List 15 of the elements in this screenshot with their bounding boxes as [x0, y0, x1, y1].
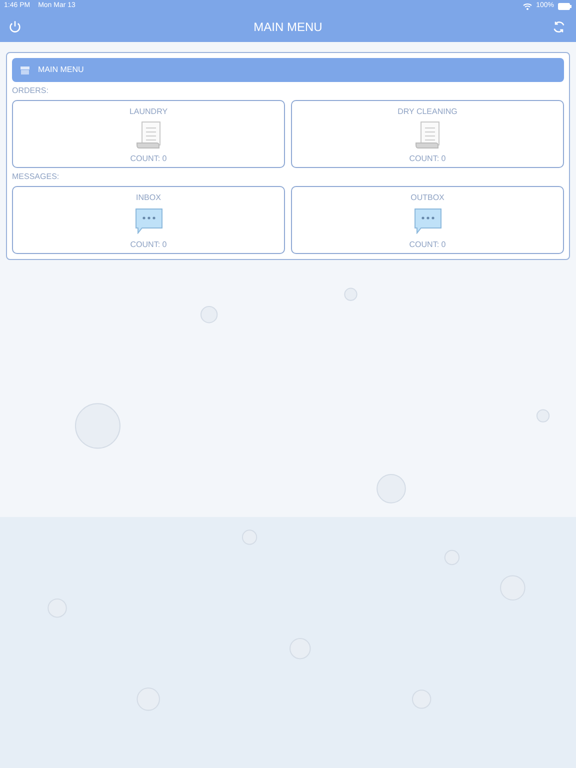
header-title: MAIN MENU: [252, 19, 324, 36]
section-label: MESSAGES:: [12, 171, 60, 183]
menu-tile[interactable]: LAUNDRY COUNT: 0: [12, 100, 285, 168]
section-label: ORDERS:: [12, 85, 50, 97]
document-icon: [134, 121, 162, 149]
chat-bubble-icon: [414, 208, 442, 234]
wifi-icon: [523, 2, 532, 10]
battery-icon: [558, 2, 572, 10]
storefront-icon: [20, 66, 30, 74]
panel-title: MAIN MENU: [38, 64, 84, 76]
document-icon: [414, 121, 442, 149]
menu-tile[interactable]: DRY CLEANING COUNT: 0: [291, 100, 564, 168]
menu-tile[interactable]: INBOX COUNT: 0: [12, 186, 285, 254]
menu-tile[interactable]: OUTBOX COUNT: 0: [291, 186, 564, 254]
chat-bubble-icon: [134, 208, 162, 234]
